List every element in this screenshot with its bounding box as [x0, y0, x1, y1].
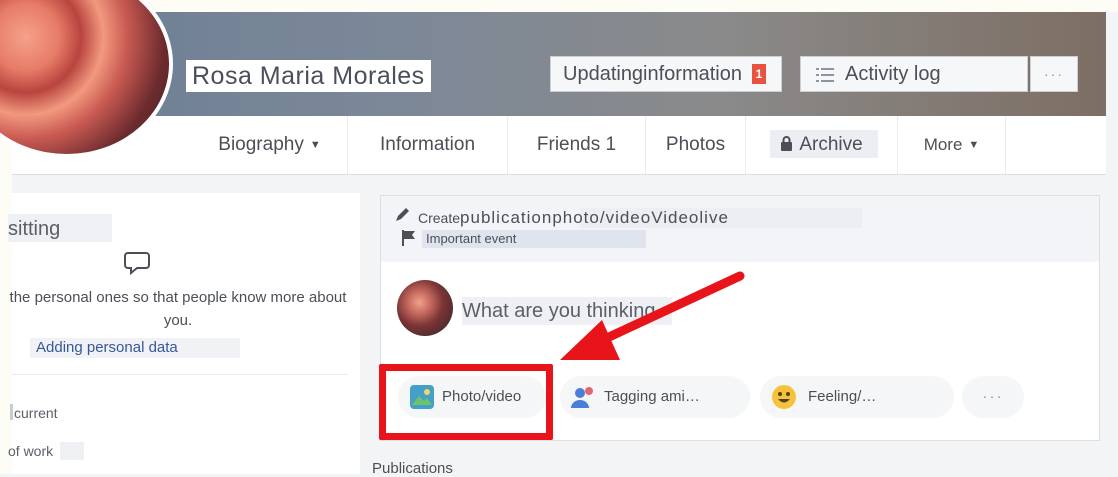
speech-bubble-icon	[124, 252, 150, 276]
tab-archive[interactable]: Archive	[746, 116, 898, 174]
more-actions-button[interactable]: ···	[962, 376, 1024, 418]
tab-more[interactable]: More ▼	[898, 116, 1006, 174]
publications-heading: Publications	[372, 460, 453, 477]
intro-description: the personal ones so that people know mo…	[9, 289, 347, 329]
tab-biography-label: Biography	[218, 134, 304, 155]
chevron-down-icon: ▼	[309, 139, 321, 151]
update-information-label: Updatinginformation	[563, 63, 742, 85]
list-icon	[816, 68, 834, 82]
highlight-box	[379, 364, 553, 440]
lock-icon	[781, 136, 793, 151]
flag-icon	[402, 230, 415, 246]
create-post-options[interactable]: Createpublicationphoto/videoVideolive	[418, 208, 729, 228]
current-marker	[10, 404, 13, 420]
top-border	[0, 0, 1118, 12]
red-arrow-annotation	[560, 271, 745, 360]
activity-log-button[interactable]: Activity log	[800, 56, 1028, 92]
tab-more-label: More	[923, 135, 963, 154]
add-personal-data-link[interactable]: Adding personal data	[30, 338, 240, 358]
chevron-down-icon: ▼	[968, 139, 980, 151]
current-label: current	[14, 405, 58, 421]
tab-photos-label: Photos	[665, 134, 726, 155]
update-information-button[interactable]: Updatinginformation	[550, 56, 782, 92]
tab-photos[interactable]: Photos	[646, 116, 746, 174]
feeling-button[interactable]: Feeling/…	[760, 376, 954, 418]
tag-friends-button[interactable]: Tagging ami…	[560, 376, 750, 418]
feeling-emoji-icon	[772, 385, 796, 409]
tab-friends-label: Friends 1	[536, 134, 617, 155]
work-label: of work	[8, 443, 54, 459]
tab-information-label: Information	[379, 134, 476, 155]
more-dots-icon: ···	[982, 388, 1004, 405]
create-prefix: Create	[418, 210, 461, 226]
feeling-label: Feeling/…	[808, 388, 877, 405]
important-event-option[interactable]: Important event	[422, 230, 646, 248]
tab-biography[interactable]: Biography ▼	[192, 116, 348, 174]
work-highlight	[60, 442, 84, 460]
composer-header	[381, 196, 1099, 262]
profile-name[interactable]: Rosa Maria Morales	[186, 60, 431, 92]
update-badge: 1	[752, 64, 766, 84]
activity-log-label: Activity log	[845, 63, 941, 85]
intro-title: sitting	[8, 218, 61, 240]
tag-friends-icon	[571, 387, 593, 408]
tab-information[interactable]: Information	[348, 116, 508, 174]
tag-friends-label: Tagging ami…	[604, 388, 700, 405]
intro-divider	[12, 374, 348, 375]
tab-archive-label: Archive	[799, 134, 863, 155]
create-types: publicationphoto/videoVideolive	[460, 208, 729, 227]
pencil-icon	[396, 208, 409, 221]
profile-more-button[interactable]: ···	[1030, 56, 1078, 92]
tab-friends[interactable]: Friends 1	[508, 116, 646, 174]
composer-avatar	[397, 280, 453, 336]
